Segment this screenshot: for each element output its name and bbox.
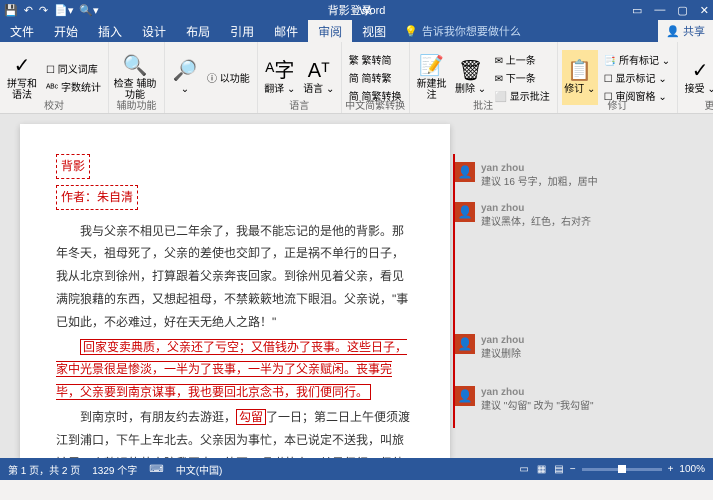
zoom-level[interactable]: 100% <box>679 464 705 475</box>
group-label: 语言 <box>258 97 341 112</box>
read-mode-icon[interactable]: ▭ <box>519 464 528 475</box>
avatar-icon: 👤 <box>455 202 475 222</box>
tab-design[interactable]: 设计 <box>132 20 176 42</box>
ribbon-small-button[interactable]: ☐ 同义词库 <box>43 60 104 77</box>
comment[interactable]: 👤 yan zhou建议 16 号字，加粗，居中 <box>455 162 598 190</box>
page-indicator[interactable]: 第 1 页，共 2 页 <box>8 462 80 477</box>
comment-author: yan zhou <box>481 386 594 400</box>
comment-author: yan zhou <box>481 334 524 348</box>
group-label: 校对 <box>0 97 108 112</box>
ribbon-display-icon[interactable]: ▭ <box>632 4 642 17</box>
tab-insert[interactable]: 插入 <box>88 20 132 42</box>
ribbon-small-button[interactable]: 简 简转繁 <box>346 69 405 86</box>
ribbon-small-button[interactable]: ✉ 下一条 <box>492 69 553 86</box>
ribbon-small-button[interactable]: 繁 繁转简 <box>346 51 405 68</box>
ribbon-small-button[interactable]: ᴬᴮᶜ 字数统计 <box>43 78 104 95</box>
ribbon-button[interactable]: 🔎⌄ <box>169 50 201 105</box>
zoom-in[interactable]: + <box>668 464 674 475</box>
ribbon: ✓拼写和语法☐ 同义词库ᴬᴮᶜ 字数统计校对🔍检查 辅助功能辅助功能🔎⌄ⓘ 以功… <box>0 42 713 114</box>
tab-view[interactable]: 视图 <box>352 20 396 42</box>
comment-text: 建议 "勾留" 改为 "我勾留" <box>481 400 594 414</box>
zoom-out[interactable]: − <box>570 464 576 475</box>
avatar-icon: 👤 <box>455 386 475 406</box>
web-layout-icon[interactable]: ▤ <box>554 464 563 475</box>
ribbon-small-button[interactable]: ✉ 上一条 <box>492 51 553 68</box>
group-label: 修订 <box>558 97 677 112</box>
qat-find[interactable]: 🔍▾ <box>79 4 98 17</box>
avatar-icon: 👤 <box>455 162 475 182</box>
status-bar: 第 1 页，共 2 页 1329 个字 ⌨ 中文(中国) ▭ ▦ ▤ − + 1… <box>0 458 713 480</box>
doc-title[interactable]: 背影 <box>56 154 90 179</box>
tab-review[interactable]: 审阅 <box>308 20 352 42</box>
doc-author[interactable]: 作者：朱自清 <box>56 185 138 210</box>
language-indicator[interactable]: 中文(中国) <box>176 462 223 477</box>
tell-me[interactable]: 💡 告诉我你想要做什么 <box>396 20 529 42</box>
qat-redo[interactable]: ↷ <box>39 4 48 17</box>
avatar-icon: 👤 <box>455 334 475 354</box>
tab-layout[interactable]: 布局 <box>176 20 220 42</box>
comment-text: 建议删除 <box>481 348 524 362</box>
minimize-icon[interactable]: — <box>654 4 665 17</box>
comments-pane: 👤yan zhou建议 16 号字，加粗，居中👤yan zhou建议黑体，红色，… <box>455 124 695 458</box>
ribbon-small-button[interactable]: ⓘ 以功能 <box>204 69 253 86</box>
ribbon-tabs: 文件 开始 插入 设计 布局 引用 邮件 审阅 视图 💡 告诉我你想要做什么 👤… <box>0 20 713 42</box>
paragraph[interactable]: 我与父亲不相见已二年余了，我最不能忘记的是他的背影。那年冬天，祖母死了，父亲的差… <box>56 220 414 334</box>
document-area: 背影 作者：朱自清 我与父亲不相见已二年余了，我最不能忘记的是他的背影。那年冬天… <box>0 114 713 458</box>
zoom-slider[interactable] <box>582 468 662 471</box>
qat-undo[interactable]: ↶ <box>24 4 33 17</box>
window-title: 背影 - Word <box>328 2 386 18</box>
qat-doc[interactable]: 📄▾ <box>54 4 73 17</box>
close-icon[interactable]: ✕ <box>700 4 709 17</box>
document-page[interactable]: 背影 作者：朱自清 我与父亲不相见已二年余了，我最不能忘记的是他的背影。那年冬天… <box>20 124 450 458</box>
share-button[interactable]: 👤 共享 <box>658 20 713 42</box>
comment[interactable]: 👤 yan zhou建议黑体，红色，右对齐 <box>455 202 591 230</box>
tracked-change: 勾留 <box>236 409 266 425</box>
ribbon-small-button[interactable]: ☐ 显示标记 ⌄ <box>601 69 673 86</box>
comment-author: yan zhou <box>481 202 591 216</box>
tracked-delete: 回家变卖典质，父亲还了亏空；又借钱办了丧事。这些日子，家中光景很是惨淡，一半为了… <box>56 339 407 401</box>
paragraph[interactable]: 到南京时，有朋友约去游逛，勾留了一日；第二日上午便须渡江到浦口，下午上车北去。父… <box>56 406 414 458</box>
group-label: 批注 <box>410 97 557 112</box>
comment[interactable]: 👤 yan zhou建议 "勾留" 改为 "我勾留" <box>455 386 594 414</box>
comment[interactable]: 👤 yan zhou建议删除 <box>455 334 524 362</box>
tab-home[interactable]: 开始 <box>44 20 88 42</box>
paragraph[interactable]: 回家变卖典质，父亲还了亏空；又借钱办了丧事。这些日子，家中光景很是惨淡，一半为了… <box>56 336 414 404</box>
ribbon-small-button[interactable]: 📑 所有标记 ⌄ <box>601 51 673 68</box>
group-label: 更改 <box>678 97 713 112</box>
maximize-icon[interactable]: ▢ <box>677 4 687 17</box>
group-label: 辅助功能 <box>109 97 164 112</box>
tab-references[interactable]: 引用 <box>220 20 264 42</box>
ime-indicator[interactable]: ⌨ <box>149 464 163 475</box>
tab-file[interactable]: 文件 <box>0 20 44 42</box>
comment-author: yan zhou <box>481 162 598 176</box>
comment-text: 建议 16 号字，加粗，居中 <box>481 176 598 190</box>
qat-save[interactable]: 💾 <box>4 4 18 17</box>
word-count[interactable]: 1329 个字 <box>92 462 137 477</box>
print-layout-icon[interactable]: ▦ <box>537 464 546 475</box>
comment-text: 建议黑体，红色，右对齐 <box>481 216 591 230</box>
group-label: 中文简繁转换 <box>342 97 409 112</box>
quick-access-toolbar: 💾 ↶ ↷ 📄▾ 🔍▾ <box>4 4 99 17</box>
tab-mailings[interactable]: 邮件 <box>264 20 308 42</box>
